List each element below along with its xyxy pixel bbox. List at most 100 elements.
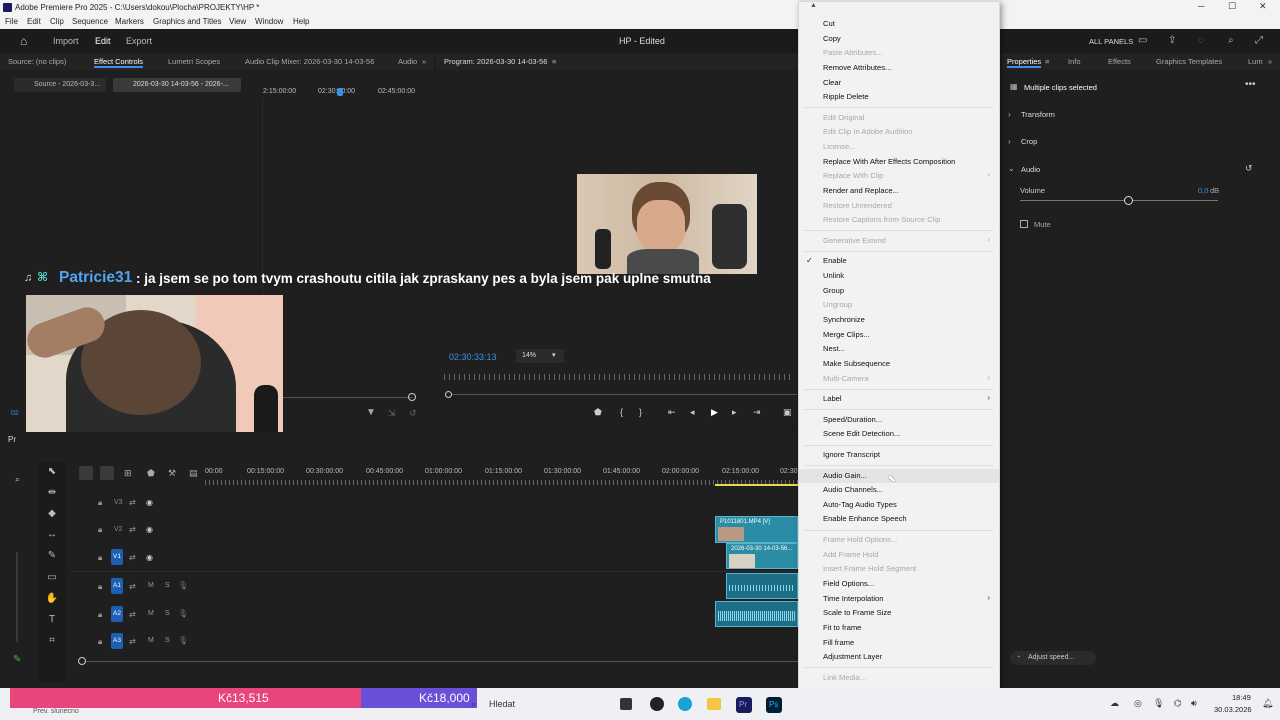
sync-lock-icon[interactable]: ⇄ (129, 525, 136, 534)
track-label-a1[interactable]: A1 (111, 578, 123, 594)
more-tabs-icon[interactable]: » (1268, 57, 1272, 66)
tab-graphics-templates[interactable]: Graphics Templates (1156, 57, 1222, 66)
video-clip-v2[interactable]: P1011801.MP4 [V] (715, 516, 798, 543)
solo-track-button[interactable]: S (165, 637, 170, 644)
menu-item-ignore-transcript[interactable]: Ignore Transcript (799, 448, 999, 463)
search-icon[interactable]: ⌕ (1228, 35, 1234, 46)
program-menu-icon[interactable]: ≡ (552, 57, 556, 66)
tab-audio-clip-mixer[interactable]: Audio Clip Mixer: 2026-03-30 14-03-56 (245, 57, 374, 66)
scroll-up-icon[interactable]: ▲ (810, 2, 817, 9)
mark-in-icon[interactable]: { (620, 407, 623, 417)
menu-item-paste-attributes[interactable]: Paste Attributes... (799, 46, 999, 61)
menu-item-license[interactable]: License... (799, 140, 999, 155)
sync-lock-icon[interactable]: ⇄ (129, 637, 136, 646)
menu-view[interactable]: View (229, 17, 246, 26)
menu-item-restore-captions-from-source-clip[interactable]: Restore Captions from Source Clip (799, 213, 999, 228)
linked-selection-icon[interactable] (100, 466, 114, 480)
tab-lumetri[interactable]: Lum (1248, 57, 1263, 66)
section-crop[interactable]: Crop (1021, 137, 1037, 146)
go-to-in-icon[interactable]: ⇤ (668, 407, 676, 418)
menu-item-fill-frame[interactable]: Fill frame (799, 636, 999, 651)
menu-item-clear[interactable]: Clear (799, 76, 999, 91)
timeline-ruler[interactable]: 00:00 00:15:00:00 00:30:00:00 00:45:00:0… (205, 468, 798, 488)
menu-item-group[interactable]: Group (799, 284, 999, 299)
all-panels-button[interactable]: ALL PANELS (1089, 37, 1133, 46)
insert-icon[interactable]: ⊞ (124, 468, 132, 479)
more-options-icon[interactable]: ••• (1245, 79, 1256, 90)
eye-icon[interactable]: ◉ (146, 498, 153, 507)
type-tool-icon[interactable]: T (45, 614, 59, 628)
chevron-down-icon[interactable]: ⌄ (1008, 164, 1015, 173)
playhead[interactable] (337, 88, 343, 96)
microphone-icon[interactable]: 🎙︎ (178, 636, 188, 645)
menu-item-generative-extend[interactable]: Generative Extend › (799, 234, 999, 249)
onedrive-icon[interactable]: ☁ (1110, 698, 1119, 709)
menu-item-frame-hold-options[interactable]: Frame Hold Options... (799, 533, 999, 548)
home-icon[interactable]: ⌂ (20, 34, 27, 48)
tab-audio[interactable]: Audio (398, 57, 417, 66)
program-ruler[interactable] (444, 374, 794, 380)
mute-track-button[interactable]: M (148, 582, 154, 589)
premiere-icon[interactable]: Pr (736, 697, 752, 713)
track-label-a2[interactable]: A2 (111, 606, 123, 622)
menu-item-edit-clip-in-adobe-audition[interactable]: Edit Clip In Adobe Audition (799, 125, 999, 140)
vertical-scrollbar[interactable] (16, 552, 18, 642)
section-audio[interactable]: Audio (1021, 165, 1040, 174)
menu-item-remove-attributes[interactable]: Remove Attributes... (799, 61, 999, 76)
menu-item-fit-to-frame[interactable]: Fit to frame (799, 621, 999, 636)
menu-item-ripple-delete[interactable]: Ripple Delete (799, 90, 999, 105)
menu-item-nest[interactable]: Nest... (799, 342, 999, 357)
go-to-out-icon[interactable]: ⇥ (753, 407, 761, 418)
menu-item-multi-camera[interactable]: Multi-Camera › (799, 372, 999, 387)
audio-clip-a1[interactable] (726, 573, 798, 599)
eye-icon[interactable]: ◉ (146, 553, 153, 562)
edge-icon[interactable] (678, 697, 692, 711)
work-area-bar[interactable] (715, 484, 798, 486)
lock-icon[interactable]: 🔒︎ (98, 498, 102, 508)
play-icon[interactable]: ▶ (711, 407, 718, 418)
volume-icon[interactable]: 🔊︎ (1191, 698, 1197, 709)
minimize-button[interactable]: ─ (1198, 1, 1204, 11)
share-icon[interactable]: ⇪ (1168, 35, 1176, 46)
lock-icon[interactable]: 🔒︎ (98, 637, 102, 647)
wrench-icon[interactable]: ⚒ (168, 468, 176, 479)
selection-tool-icon[interactable]: ⬉ (45, 466, 59, 480)
taskbar-search[interactable]: Hledat (489, 699, 515, 709)
menu-item-link-media[interactable]: Link Media... (799, 671, 999, 686)
razor-tool-icon[interactable]: ◆ (45, 508, 59, 522)
sync-lock-icon[interactable]: ⇄ (129, 610, 136, 619)
network-icon[interactable]: ⌬ (1174, 698, 1182, 709)
menu-item-time-interpolation[interactable]: Time Interpolation › (799, 592, 999, 607)
menu-item-add-frame-hold[interactable]: Add Frame Hold (799, 548, 999, 563)
menu-markers[interactable]: Markers (115, 17, 144, 26)
menu-item-field-options[interactable]: Field Options... (799, 577, 999, 592)
eye-icon[interactable]: ◉ (146, 525, 153, 534)
volume-value[interactable]: 0,0 (1198, 186, 1208, 195)
rectangle-tool-icon[interactable]: ▭ (45, 572, 59, 586)
tab-lumetri-scopes[interactable]: Lumetri Scopes (168, 57, 220, 66)
step-back-icon[interactable]: ◂ (690, 407, 695, 418)
tab-effects[interactable]: Effects (1108, 57, 1131, 66)
microphone-icon[interactable]: 🎙︎ (178, 609, 188, 618)
tray-icon[interactable]: ◎ (1134, 698, 1142, 709)
lock-icon[interactable]: 🔒︎ (98, 582, 102, 592)
step-forward-icon[interactable]: ▸ (732, 407, 737, 418)
microphone-icon[interactable]: 🎙︎ (178, 581, 188, 590)
menu-item-adjustment-layer[interactable]: Adjustment Layer (799, 650, 999, 665)
track-select-icon[interactable]: ⇹ (45, 487, 59, 501)
menu-file[interactable]: File (5, 17, 18, 26)
tab-properties[interactable]: Properties (1007, 57, 1042, 68)
tab-info[interactable]: Info (1068, 57, 1081, 66)
more-tabs-icon[interactable]: » (422, 57, 426, 66)
timeline-scrollbar[interactable] (86, 661, 798, 662)
menu-item-ungroup[interactable]: Ungroup (799, 298, 999, 313)
menu-item-replace-with-clip[interactable]: Replace With Clip › (799, 169, 999, 184)
notification-icon[interactable]: 🔔︎ (1262, 698, 1273, 709)
menu-item-speed-duration[interactable]: Speed/Duration... (799, 413, 999, 428)
clock-time[interactable]: 18:49 (1232, 693, 1251, 702)
reset-icon[interactable]: ↺ (409, 408, 417, 419)
mute-checkbox[interactable] (1020, 220, 1028, 228)
export-frame-icon[interactable]: ▣ (783, 407, 792, 418)
chevron-right-icon[interactable]: › (1008, 110, 1011, 119)
pen-tool-icon[interactable]: ✎ (45, 550, 59, 564)
